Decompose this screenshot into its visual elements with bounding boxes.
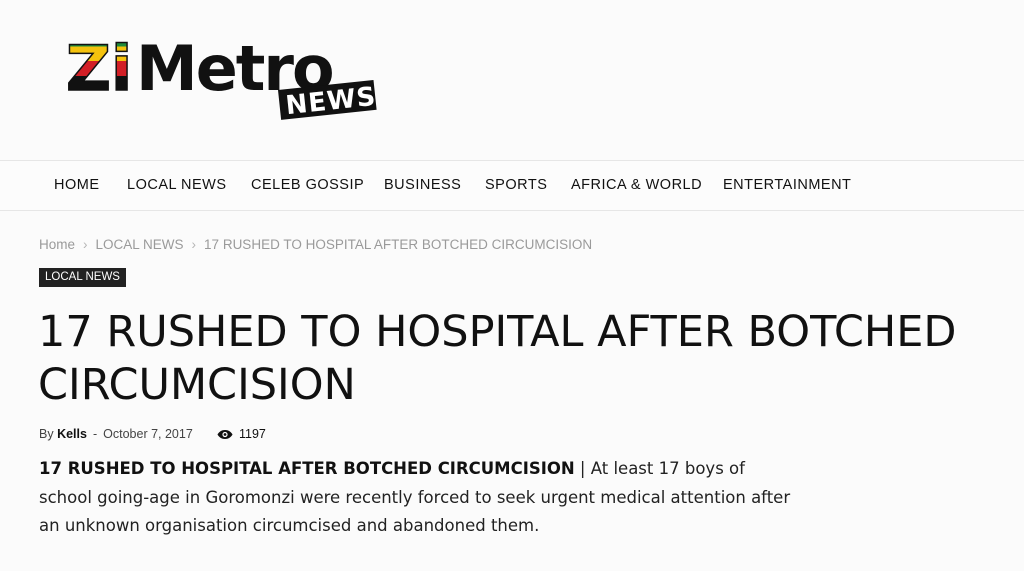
breadcrumb-current: 17 RUSHED TO HOSPITAL AFTER BOTCHED CIRC… bbox=[204, 237, 593, 252]
svg-text:Zi: Zi bbox=[66, 32, 132, 105]
site-logo[interactable]: Zi Metro NEWS bbox=[66, 30, 386, 130]
breadcrumb-separator: › bbox=[191, 237, 197, 252]
breadcrumb-category[interactable]: LOCAL NEWS bbox=[96, 237, 184, 252]
site-header: Zi Metro NEWS bbox=[0, 0, 1024, 160]
main-navigation: HOME LOCAL NEWS CELEB GOSSIP BUSINESS SP… bbox=[0, 160, 1024, 211]
by-label: By bbox=[39, 427, 54, 441]
category-badge[interactable]: LOCAL NEWS bbox=[39, 268, 126, 287]
zimetro-logo-graphic: Zi Metro NEWS bbox=[66, 31, 378, 121]
meta-dash: - bbox=[92, 427, 98, 441]
article-title: 17 RUSHED TO HOSPITAL AFTER BOTCHED CIRC… bbox=[38, 307, 957, 410]
nav-item-business[interactable]: BUSINESS bbox=[384, 161, 461, 210]
nav-item-africa-world[interactable]: AFRICA & WORLD bbox=[571, 161, 702, 210]
nav-item-home[interactable]: HOME bbox=[54, 161, 100, 210]
excerpt-headline: 17 RUSHED TO HOSPITAL AFTER BOTCHED CIRC… bbox=[39, 459, 575, 478]
article-meta: By Kells - October 7, 2017 1197 bbox=[39, 427, 266, 441]
nav-item-entertainment[interactable]: ENTERTAINMENT bbox=[723, 161, 851, 210]
breadcrumb: Home › LOCAL NEWS › 17 RUSHED TO HOSPITAL AF… bbox=[39, 237, 592, 252]
article-excerpt: 17 RUSHED TO HOSPITAL AFTER BOTCHED CIRC… bbox=[39, 455, 799, 541]
view-count: 1197 bbox=[217, 427, 266, 441]
article-date: October 7, 2017 bbox=[103, 427, 193, 441]
view-count-value: 1197 bbox=[239, 427, 266, 441]
excerpt-separator: | bbox=[574, 459, 591, 478]
nav-item-celeb-gossip[interactable]: CELEB GOSSIP bbox=[251, 161, 364, 210]
nav-item-local-news[interactable]: LOCAL NEWS bbox=[127, 161, 227, 210]
nav-item-sports[interactable]: SPORTS bbox=[485, 161, 547, 210]
author-link[interactable]: Kells bbox=[57, 427, 87, 441]
breadcrumb-home[interactable]: Home bbox=[39, 237, 75, 252]
breadcrumb-separator: › bbox=[83, 237, 88, 252]
eye-icon bbox=[217, 430, 233, 439]
